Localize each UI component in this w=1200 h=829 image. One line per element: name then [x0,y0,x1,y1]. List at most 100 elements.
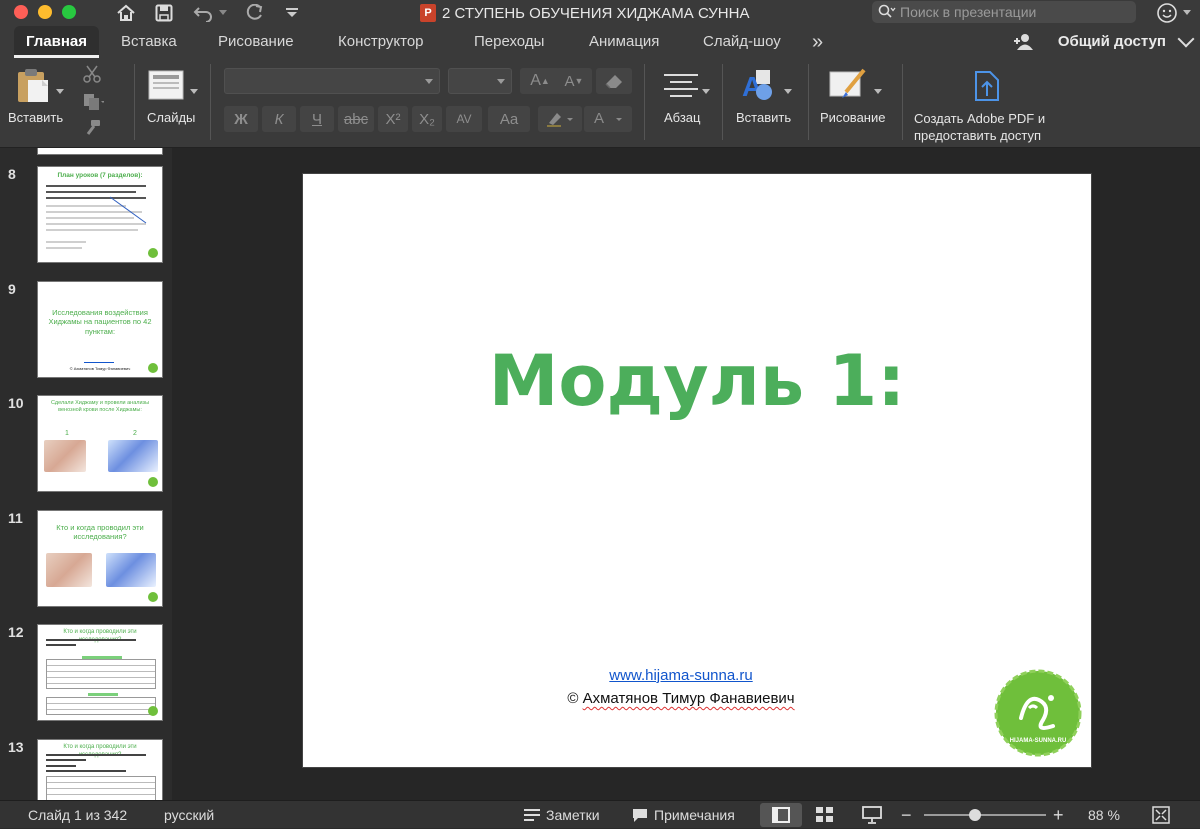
tabs-overflow-button[interactable]: » [812,26,823,58]
paste-label[interactable]: Вставить [8,110,63,125]
decrease-font-size-button[interactable]: A ▼ [556,68,592,94]
current-slide[interactable]: Модуль 1: www.hijama-sunna.ru © Ахматяно… [303,174,1091,767]
create-pdf-label[interactable]: Создать Adobe PDF и предоставить доступ [914,110,1045,144]
thumbnail-text-line [46,247,82,249]
ribbon-collapse-chevron-icon[interactable] [1177,30,1195,48]
font-name-dropdown[interactable] [224,68,440,94]
thumbnail-table [46,776,156,800]
thumbnail-logo-icon [148,477,158,487]
cut-icon[interactable] [82,64,102,89]
paragraph-dropdown-icon[interactable] [702,82,710,100]
normal-view-button[interactable] [760,803,802,827]
insert-label[interactable]: Вставить [736,110,791,125]
thumbnail-label: 2 [133,430,137,437]
zoom-slider[interactable] [924,814,1046,816]
paragraph-align-icon[interactable] [664,72,698,103]
zoom-slider-handle[interactable] [969,809,981,821]
tab-insert[interactable]: Вставка [121,26,177,58]
slide-website-link[interactable]: www.hijama-sunna.ru [303,667,1059,684]
slide-thumbnail[interactable]: Исследования воздействия Хиджамы на паци… [37,281,163,378]
insert-dropdown-icon[interactable] [784,82,792,100]
drawing-label[interactable]: Рисование [820,110,885,125]
undo-icon[interactable] [192,1,214,25]
save-icon[interactable] [153,1,175,25]
close-window-button[interactable] [14,5,28,19]
create-pdf-share-icon[interactable] [970,68,1004,109]
copy-icon[interactable] [82,92,105,117]
minimize-window-button[interactable] [38,5,52,19]
slide-sorter-view-button[interactable] [816,807,834,826]
customize-toolbar-icon[interactable] [284,1,300,25]
redo-icon[interactable] [243,1,265,25]
slide-copyright[interactable]: © Ахматянов Тимур Фанавиевич [303,690,1059,707]
feedback-dropdown-icon[interactable] [1180,1,1194,25]
tab-design[interactable]: Конструктор [338,26,424,58]
slide-thumbnail-panel[interactable]: 8 План уроков (7 разделов): 9 Исследован… [0,148,172,800]
thumbnail-text-line [46,759,86,761]
slide-thumbnail[interactable]: Кто и когда проводил эти исследования? [37,510,163,607]
feedback-smiley-icon[interactable] [1154,1,1180,25]
change-case-button[interactable]: Aa [488,106,530,132]
zoom-window-button[interactable] [62,5,76,19]
bold-button[interactable]: Ж [224,106,258,132]
font-size-dropdown[interactable] [448,68,512,94]
insert-shapes-icon[interactable]: A [740,68,778,107]
tab-transitions[interactable]: Переходы [474,26,544,58]
format-painter-icon[interactable] [82,118,102,143]
thumbnail-text-line [46,191,136,193]
paragraph-label[interactable]: Абзац [664,110,700,125]
ribbon-separator [808,64,809,140]
powerpoint-file-icon: P [420,4,436,22]
tab-slideshow[interactable]: Слайд-шоу [703,26,781,58]
slide-thumbnail[interactable]: Сделали Хиджаму и провели анализы венозн… [37,395,163,492]
increase-font-size-button[interactable]: A ▲ [520,68,560,94]
superscript-button[interactable]: X² [378,106,408,132]
home-icon[interactable] [114,1,138,25]
tab-home[interactable]: Главная [14,26,100,58]
drawing-tools-icon[interactable] [828,68,870,109]
logo-caption: HIJAMA-SUNNA.RU [1009,738,1067,744]
slides-label[interactable]: Слайды [147,110,195,125]
search-icon [878,4,896,21]
thumbnail-photo [106,553,156,587]
notes-button[interactable]: Заметки [524,801,600,829]
zoom-level[interactable]: 88 % [1088,801,1120,829]
share-button[interactable]: Общий доступ [1058,26,1166,58]
italic-button[interactable]: К [262,106,296,132]
tab-animations[interactable]: Анимация [589,26,659,58]
fit-to-window-button[interactable] [1152,806,1170,827]
slide-thumbnail[interactable] [37,148,163,155]
character-spacing-button[interactable]: AV [446,106,482,132]
slide-thumbnail[interactable]: Кто и когда проводили эти исследования? [37,624,163,721]
clear-formatting-button[interactable] [596,68,632,94]
search-input[interactable]: Поиск в презентации [872,1,1136,23]
slide-thumbnail[interactable]: План уроков (7 разделов): [37,166,163,263]
reading-view-button[interactable] [862,806,882,827]
drawing-dropdown-icon[interactable] [874,82,882,100]
font-color-button[interactable]: A [584,106,632,132]
zoom-in-button[interactable]: + [1053,801,1064,829]
window-title: P 2 СТУПЕНЬ ОБУЧЕНИЯ ХИДЖАМА СУННА [420,3,749,23]
panel-splitter[interactable] [172,148,190,800]
language-indicator[interactable]: русский [164,801,214,829]
comments-button[interactable]: Примечания [632,801,735,829]
subscript-button[interactable]: X₂ [412,106,442,132]
paste-dropdown-icon[interactable] [56,82,64,100]
underline-button[interactable]: Ч [300,106,334,132]
slide-number: 10 [8,395,24,411]
comment-icon [633,808,647,822]
strikethrough-button[interactable]: abc [338,106,374,132]
slide-title[interactable]: Модуль 1: [303,340,1091,422]
slide-thumbnail[interactable]: Кто и когда проводили эти исследования? [37,739,163,800]
document-title: 2 СТУПЕНЬ ОБУЧЕНИЯ ХИДЖАМА СУННА [442,4,750,22]
new-slide-icon[interactable] [148,70,186,102]
ribbon-separator [210,64,211,140]
ribbon-home: Вставить Слайды A ▲ A ▼ Ж К Ч abc X² X₂ AV… [0,58,1200,148]
arrow-down-icon: ▼ [574,76,584,86]
undo-dropdown-icon[interactable] [217,1,229,25]
highlight-color-button[interactable] [538,106,582,132]
paste-clipboard-icon[interactable] [12,66,52,106]
new-slide-dropdown-icon[interactable] [190,82,198,100]
tab-draw[interactable]: Рисование [218,26,294,58]
zoom-out-button[interactable]: − [901,801,912,829]
